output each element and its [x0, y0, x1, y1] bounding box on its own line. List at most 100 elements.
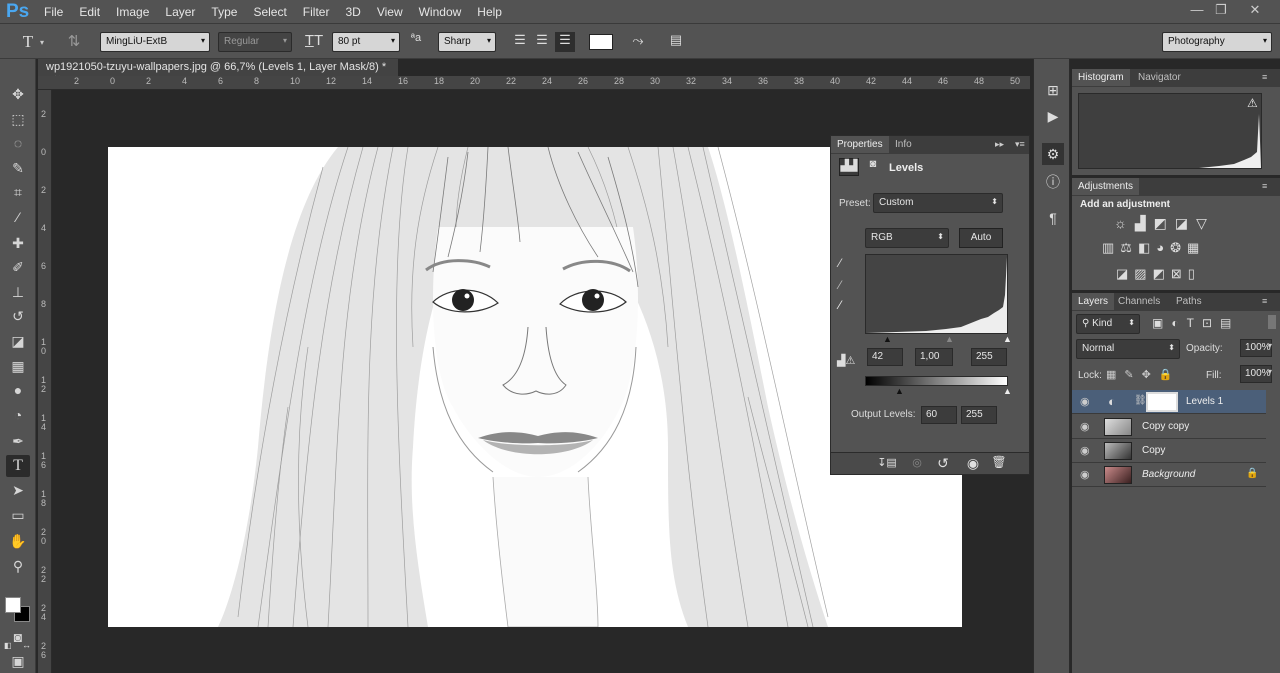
eye-icon[interactable]: ◉	[1080, 468, 1090, 481]
tab-navigator[interactable]: Navigator	[1132, 69, 1187, 86]
hue-saturation-icon[interactable]: ▥	[1102, 240, 1114, 256]
layer-row[interactable]: ◉ ◐ ⛓ Levels 1	[1072, 390, 1266, 414]
zoom-tool-icon[interactable]: ⚲	[6, 555, 30, 577]
black-white-icon[interactable]: ◧	[1138, 240, 1150, 256]
hand-tool-icon[interactable]: ✋	[6, 530, 30, 552]
panel-menu-icon[interactable]: ▾≡	[1015, 139, 1025, 150]
visibility-icon[interactable]: ◉	[963, 455, 983, 472]
properties-panel-icon[interactable]: ⚙	[1042, 143, 1064, 165]
chevron-down-icon[interactable]: ▾	[1268, 367, 1272, 376]
restore-button[interactable]: ❐	[1210, 2, 1232, 20]
text-orientation-icon[interactable]: ⇅	[64, 32, 84, 52]
eye-icon[interactable]: ◉	[1080, 420, 1090, 433]
output-white-field[interactable]: 255	[961, 406, 997, 424]
warning-icon[interactable]: ⚠	[1247, 96, 1258, 110]
eye-icon[interactable]: ◉	[1080, 395, 1090, 408]
photo-filter-icon[interactable]: ◕	[1156, 240, 1164, 256]
white-point-eyedropper-icon[interactable]: ⁄	[839, 298, 841, 312]
pixel-filter-icon[interactable]: ▣	[1152, 316, 1163, 330]
rectangle-tool-icon[interactable]: ▭	[6, 504, 30, 526]
filter-toggle[interactable]	[1268, 315, 1276, 329]
move-tool-icon[interactable]: ✥	[6, 83, 30, 105]
channel-select[interactable]: RGB ⬍	[865, 228, 949, 248]
lock-pixels-icon[interactable]: ✎	[1124, 368, 1133, 381]
invert-icon[interactable]: ◪	[1116, 266, 1128, 282]
layer-mask-thumbnail[interactable]	[1146, 392, 1178, 412]
posterize-icon[interactable]: ▨	[1134, 266, 1146, 282]
layer-mask-icon[interactable]: ◙	[863, 158, 883, 176]
text-color-swatch[interactable]	[589, 34, 613, 50]
delete-adjustment-icon[interactable]: 🗑	[989, 455, 1009, 469]
crop-tool-icon[interactable]: ⌗	[6, 181, 30, 203]
align-left-icon[interactable]: ☰	[510, 32, 530, 52]
menu-image[interactable]: Image	[116, 5, 149, 19]
clip-warning-icon[interactable]: ▟⚠	[837, 354, 855, 367]
color-lookup-icon[interactable]: ▦	[1187, 240, 1199, 256]
tab-properties[interactable]: Properties	[831, 136, 889, 153]
selective-color-icon[interactable]: ⊠	[1171, 266, 1182, 282]
info-panel-icon[interactable]: ⓘ	[1042, 171, 1064, 193]
type-tool-icon[interactable]: T	[6, 455, 30, 477]
color-balance-icon[interactable]: ⚖	[1120, 240, 1132, 256]
curves-icon[interactable]: ◩	[1154, 215, 1167, 232]
marquee-tool-icon[interactable]: ⬚	[6, 108, 30, 130]
layer-name[interactable]: Background	[1142, 469, 1195, 480]
font-size-select[interactable]: 80 pt ▾	[332, 32, 400, 52]
preset-select[interactable]: Custom ⬍	[873, 193, 1003, 213]
gradient-map-icon[interactable]: ▯	[1188, 266, 1195, 282]
chevron-down-icon[interactable]: ▾	[40, 38, 44, 47]
clip-to-layer-icon[interactable]: ↧▤	[877, 456, 897, 469]
menu-file[interactable]: File	[44, 5, 63, 19]
font-family-select[interactable]: MingLiU-ExtB ▾	[100, 32, 210, 52]
input-white-field[interactable]: 255	[971, 348, 1007, 366]
menu-filter[interactable]: Filter	[303, 5, 330, 19]
layer-name[interactable]: Copy copy	[1142, 421, 1189, 432]
reset-icon[interactable]: ↺	[933, 455, 953, 472]
align-right-icon[interactable]: ☰	[555, 32, 575, 52]
panel-menu-icon[interactable]: ≡	[1262, 296, 1267, 306]
font-style-select[interactable]: Regular ▾	[218, 32, 292, 52]
layer-row[interactable]: ◉ Copy	[1072, 439, 1266, 463]
chevron-down-icon[interactable]: ▾	[1268, 341, 1272, 350]
menu-3d[interactable]: 3D	[345, 5, 360, 19]
history-brush-tool-icon[interactable]: ↺	[6, 305, 30, 327]
menu-select[interactable]: Select	[253, 5, 286, 19]
type-filter-icon[interactable]: T	[1187, 316, 1194, 330]
levels-icon[interactable]: ▟	[1135, 215, 1146, 232]
menu-layer[interactable]: Layer	[165, 5, 195, 19]
blend-mode-select[interactable]: Normal ⬍	[1076, 339, 1180, 359]
output-black-field[interactable]: 60	[921, 406, 957, 424]
input-black-slider[interactable]: ▲	[883, 334, 892, 344]
input-gamma-field[interactable]: 1,00	[915, 348, 953, 366]
gray-point-eyedropper-icon[interactable]: ⁄	[839, 278, 841, 292]
eyedropper-tool-icon[interactable]: ⁄	[6, 206, 30, 228]
view-previous-state-icon[interactable]: ◎	[907, 456, 927, 469]
threshold-icon[interactable]: ◩	[1153, 266, 1165, 282]
eraser-tool-icon[interactable]: ◪	[6, 330, 30, 352]
input-white-slider[interactable]: ▲	[1003, 334, 1012, 344]
menu-type[interactable]: Type	[211, 5, 237, 19]
vertical-ruler[interactable]: 2 0 2 4 6 8 1 0 1 2 1 4 1 6 1 8 2 0 2 2 2 4 2 6	[38, 90, 52, 673]
input-black-field[interactable]: 42	[867, 348, 903, 366]
tab-info[interactable]: Info	[889, 136, 918, 153]
layer-row[interactable]: ◉ Background 🔒	[1072, 463, 1266, 487]
panel-menu-icon[interactable]: ≡	[1262, 181, 1267, 191]
layer-filter-select[interactable]: ⚲ Kind ⬍	[1076, 314, 1140, 334]
dodge-tool-icon[interactable]: ◔	[6, 404, 30, 426]
output-white-slider[interactable]: ▲	[1003, 386, 1012, 396]
tab-histogram[interactable]: Histogram	[1072, 69, 1130, 86]
menu-view[interactable]: View	[377, 5, 403, 19]
panel-menu-icon[interactable]: ≡	[1262, 72, 1267, 82]
adjustment-filter-icon[interactable]: ◐	[1171, 316, 1178, 330]
exposure-icon[interactable]: ◪	[1175, 215, 1188, 232]
brush-tool-icon[interactable]: ✐	[6, 256, 30, 278]
channel-mixer-icon[interactable]: ❂	[1170, 240, 1181, 256]
tab-channels[interactable]: Channels	[1112, 293, 1166, 310]
lock-all-icon[interactable]: 🔒	[1159, 368, 1173, 381]
auto-button[interactable]: Auto	[959, 228, 1003, 248]
blur-tool-icon[interactable]: ●	[6, 379, 30, 401]
type-tool-preset-icon[interactable]: T	[18, 32, 38, 52]
link-icon[interactable]: ⛓	[1134, 395, 1147, 406]
antialias-select[interactable]: Sharp ▾	[438, 32, 496, 52]
eye-icon[interactable]: ◉	[1080, 444, 1090, 457]
